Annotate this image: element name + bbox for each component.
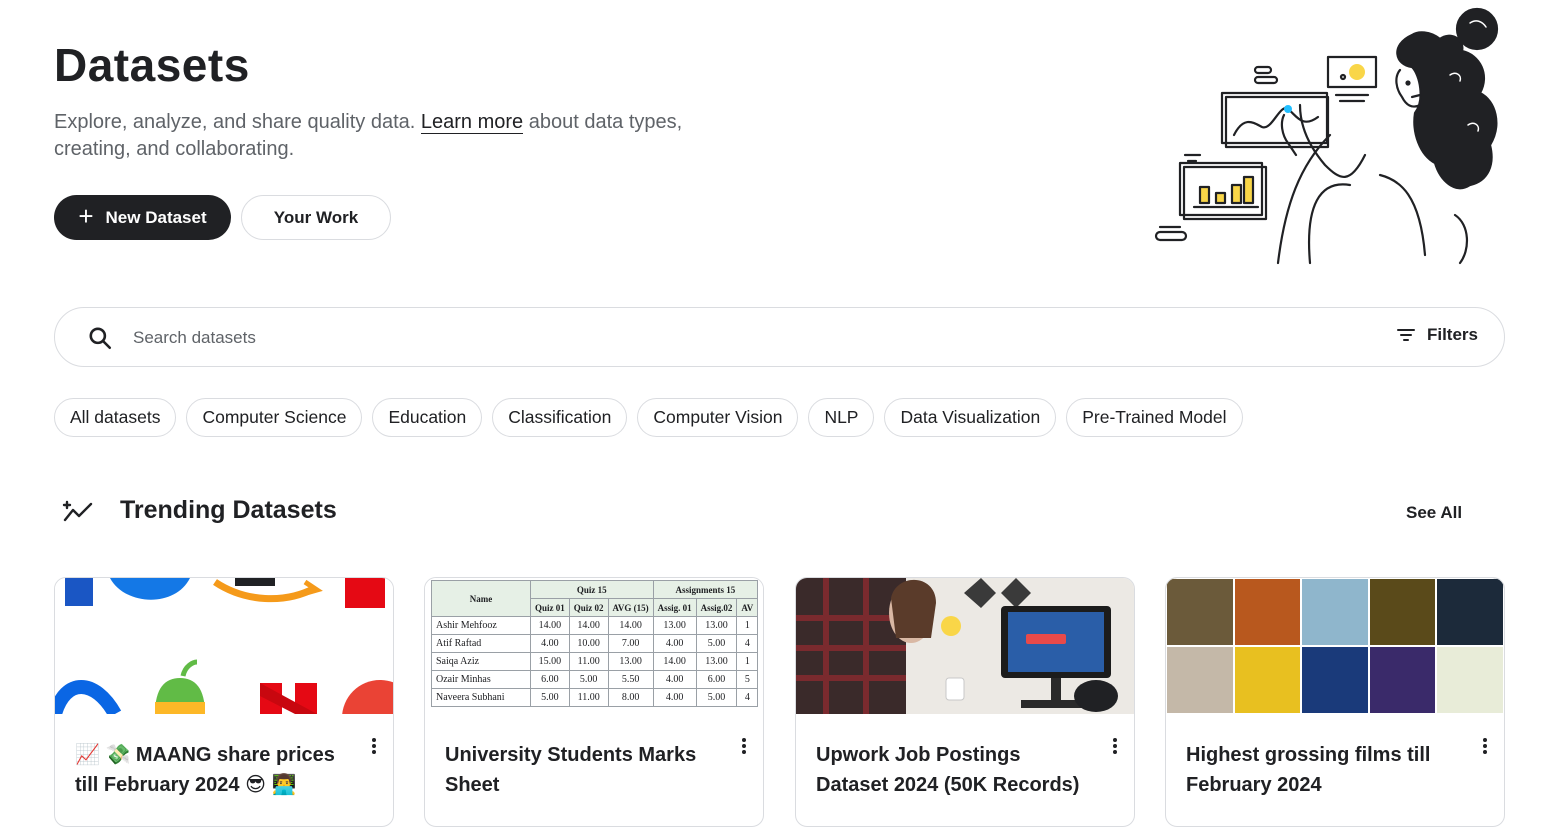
marks-row: Atif Raftad 4.00 10.00 7.00 4.00 5.00 4 bbox=[431, 634, 759, 653]
new-dataset-button[interactable]: + New Dataset bbox=[54, 195, 231, 240]
marks-cell: 7.00 bbox=[607, 634, 654, 653]
marks-cell: 6.00 bbox=[530, 670, 570, 689]
marks-cell: 13.00 bbox=[695, 616, 738, 635]
marks-cell: 14.00 bbox=[530, 616, 570, 635]
marks-cell: 13.00 bbox=[607, 652, 654, 671]
marks-col: AVG (15) bbox=[607, 598, 654, 617]
filters-label: Filters bbox=[1426, 325, 1478, 344]
dataset-card-upwork[interactable]: Upwork Job Postings Dataset 2024 (50K Re… bbox=[795, 577, 1135, 827]
chip-nlp[interactable]: NLP bbox=[808, 398, 875, 437]
workspace-photo-image bbox=[796, 578, 1134, 714]
category-chips: All datasets Computer Science Education … bbox=[54, 398, 1243, 437]
marks-cell: 4.00 bbox=[652, 670, 697, 689]
card-title[interactable]: Highest grossing films till February 202… bbox=[1186, 740, 1456, 800]
marks-row: Ashir Mehfooz 14.00 14.00 14.00 13.00 13… bbox=[431, 616, 759, 635]
marks-cell: Naveera Subhani bbox=[431, 688, 531, 707]
marks-col: Quiz 02 bbox=[568, 598, 609, 617]
marks-col: Quiz 01 bbox=[530, 598, 570, 617]
more-options-icon[interactable] bbox=[367, 736, 381, 758]
marks-cell: 13.00 bbox=[652, 616, 697, 635]
card-thumbnail: Name Quiz 15 Assignments 15 Quiz 01 Quiz… bbox=[425, 578, 763, 714]
company-logos-image bbox=[55, 578, 393, 714]
marks-cell: 8.00 bbox=[607, 688, 654, 707]
search-input[interactable] bbox=[131, 322, 1285, 354]
marks-cell: 14.00 bbox=[607, 616, 654, 635]
marks-cell: 14.00 bbox=[652, 652, 697, 671]
hero-illustration bbox=[1154, 7, 1499, 265]
marks-cell: 5.50 bbox=[607, 670, 654, 689]
marks-cell: 5.00 bbox=[568, 670, 609, 689]
marks-col: Assig.02 bbox=[695, 598, 738, 617]
marks-name-header: Name bbox=[431, 580, 531, 617]
trending-header: Trending Datasets bbox=[62, 496, 337, 525]
marks-row: Naveera Subhani 5.00 11.00 8.00 4.00 5.0… bbox=[431, 688, 759, 707]
marks-cell: 6.00 bbox=[695, 670, 738, 689]
dataset-card-marks[interactable]: Name Quiz 15 Assignments 15 Quiz 01 Quiz… bbox=[424, 577, 764, 827]
marks-cell: 5.00 bbox=[695, 688, 738, 707]
filters-button[interactable]: Filters bbox=[1396, 325, 1478, 345]
marks-row: Saiqa Aziz 15.00 11.00 13.00 14.00 13.00… bbox=[431, 652, 759, 671]
marks-cell: 10.00 bbox=[568, 634, 609, 653]
learn-more-link[interactable]: Learn more bbox=[420, 111, 524, 134]
marks-cell: 4.00 bbox=[530, 634, 570, 653]
marks-cell: 4 bbox=[736, 688, 759, 707]
marks-cell: 5 bbox=[736, 670, 759, 689]
trending-title: Trending Datasets bbox=[120, 496, 337, 524]
subtitle-text-pre: Explore, analyze, and share quality data… bbox=[54, 111, 421, 133]
marks-cell: 1 bbox=[736, 616, 759, 635]
marks-cell: 13.00 bbox=[695, 652, 738, 671]
chip-pre-trained-model[interactable]: Pre-Trained Model bbox=[1066, 398, 1243, 437]
more-options-icon[interactable] bbox=[737, 736, 751, 758]
marks-cell: 11.00 bbox=[568, 688, 609, 707]
marks-cell: Ashir Mehfooz bbox=[431, 616, 531, 635]
chip-classification[interactable]: Classification bbox=[492, 398, 628, 437]
card-title[interactable]: Upwork Job Postings Dataset 2024 (50K Re… bbox=[816, 740, 1086, 800]
marks-cell: 5.00 bbox=[530, 688, 570, 707]
dataset-card-films[interactable]: Highest grossing films till February 202… bbox=[1165, 577, 1505, 827]
marks-cell: 11.00 bbox=[568, 652, 609, 671]
marks-group-quiz: Quiz 15 bbox=[530, 580, 654, 599]
card-thumbnail bbox=[1166, 578, 1504, 714]
plus-icon: + bbox=[78, 201, 94, 231]
page-title: Datasets bbox=[54, 39, 250, 91]
film-posters-image bbox=[1166, 578, 1504, 714]
search-bar: Filters bbox=[54, 307, 1505, 367]
marks-cell: 14.00 bbox=[568, 616, 609, 635]
card-thumbnail bbox=[796, 578, 1134, 714]
marks-table-image: Name Quiz 15 Assignments 15 Quiz 01 Quiz… bbox=[431, 580, 759, 707]
search-icon bbox=[89, 327, 112, 350]
marks-row: Ozair Minhas 6.00 5.00 5.50 4.00 6.00 5 bbox=[431, 670, 759, 689]
dataset-card-maang[interactable]: 📈 💸 MAANG share prices till February 202… bbox=[54, 577, 394, 827]
new-dataset-label: New Dataset bbox=[105, 207, 207, 227]
card-title[interactable]: 📈 💸 MAANG share prices till February 202… bbox=[75, 740, 345, 800]
marks-cell: Atif Raftad bbox=[431, 634, 531, 653]
your-work-button[interactable]: Your Work bbox=[241, 195, 391, 240]
chip-computer-science[interactable]: Computer Science bbox=[186, 398, 363, 437]
chip-computer-vision[interactable]: Computer Vision bbox=[637, 398, 799, 437]
marks-group-assignments: Assignments 15 bbox=[652, 580, 759, 599]
trending-icon bbox=[62, 500, 93, 521]
page-subtitle: Explore, analyze, and share quality data… bbox=[54, 109, 694, 163]
marks-cell: 4 bbox=[736, 634, 759, 653]
marks-cell: 15.00 bbox=[530, 652, 570, 671]
chip-all-datasets[interactable]: All datasets bbox=[54, 398, 177, 437]
marks-cell: Saiqa Aziz bbox=[431, 652, 531, 671]
your-work-label: Your Work bbox=[273, 207, 359, 227]
marks-col: Assig. 01 bbox=[652, 598, 697, 617]
more-options-icon[interactable] bbox=[1108, 736, 1122, 758]
card-title[interactable]: University Students Marks Sheet bbox=[445, 740, 715, 800]
see-all-link[interactable]: See All bbox=[1406, 503, 1462, 523]
marks-cell: 4.00 bbox=[652, 688, 697, 707]
marks-cell: Ozair Minhas bbox=[431, 670, 531, 689]
marks-cell: 4.00 bbox=[652, 634, 697, 653]
card-thumbnail bbox=[55, 578, 393, 714]
marks-cell: 5.00 bbox=[695, 634, 738, 653]
chip-education[interactable]: Education bbox=[372, 398, 483, 437]
chip-data-visualization[interactable]: Data Visualization bbox=[884, 398, 1057, 437]
filter-icon bbox=[1396, 329, 1415, 341]
more-options-icon[interactable] bbox=[1478, 736, 1492, 758]
marks-col: AV bbox=[736, 598, 759, 617]
marks-cell: 1 bbox=[736, 652, 759, 671]
